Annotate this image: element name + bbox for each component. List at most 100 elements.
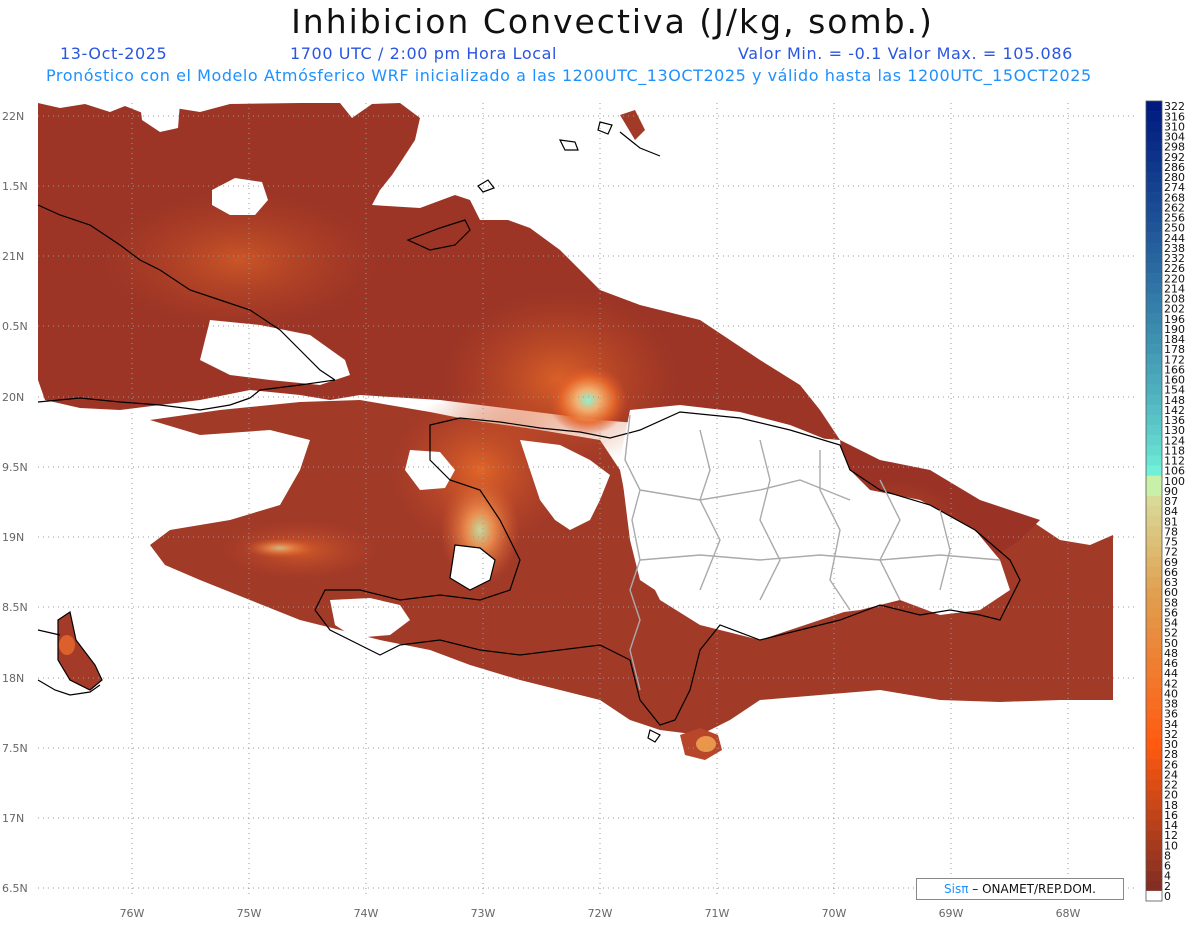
colorbar-swatch (1146, 293, 1162, 304)
lat-label: 20N (2, 391, 24, 404)
lat-label: 21N (2, 250, 24, 263)
colorbar-swatch (1146, 141, 1162, 152)
colorbar-swatch (1146, 526, 1162, 537)
colorbar-swatch (1146, 708, 1162, 720)
credit-text: – ONAMET/REP.DOM. (968, 882, 1096, 896)
colorbar-swatch (1146, 890, 1162, 902)
colorbar-swatch (1146, 273, 1162, 284)
lat-label: 17N (2, 812, 24, 825)
lat-label: 1.5N (2, 180, 28, 193)
lon-label: 68W (1056, 907, 1081, 920)
colorbar-swatch (1146, 556, 1162, 568)
colorbar-swatch (1146, 313, 1162, 325)
colorbar-swatch (1146, 374, 1162, 385)
colorbar-swatch (1146, 455, 1162, 466)
colorbar-swatch (1146, 850, 1162, 861)
lon-label: 72W (588, 907, 613, 920)
colorbar-swatch (1146, 749, 1162, 760)
colorbar-swatch (1146, 738, 1162, 750)
colorbar-swatch (1146, 495, 1162, 507)
lat-label: 6.5N (2, 882, 28, 895)
colorbar-swatch (1146, 425, 1162, 436)
colorbar-swatch (1146, 404, 1162, 416)
colorbar-swatch (1146, 465, 1162, 476)
lat-label: 9.5N (2, 461, 28, 474)
colorbar-swatch (1146, 566, 1162, 578)
colorbar-swatch (1146, 506, 1162, 517)
map-title: Inhibicion Convectiva (J/kg, somb.) (291, 2, 934, 41)
colorbar-swatch (1146, 283, 1162, 294)
colorbar-swatch (1146, 759, 1162, 770)
colorbar-swatch (1146, 212, 1162, 223)
lon-label: 69W (939, 907, 964, 920)
lon-label: 75W (237, 907, 262, 920)
colorbar-swatch (1146, 799, 1162, 811)
colorbar-swatch (1146, 809, 1162, 821)
colorbar-swatch (1146, 131, 1162, 142)
colorbar-swatch (1146, 576, 1162, 588)
colorbar-swatch (1146, 445, 1162, 456)
credit-brand: Sisπ (944, 882, 969, 896)
blank-hispaniola-east (620, 405, 1010, 635)
lat-label: 18N (2, 672, 24, 685)
colorbar-swatch (1146, 718, 1162, 730)
colorbar-swatch (1146, 151, 1162, 163)
colorbar-swatch (1146, 161, 1162, 173)
lat-label: 22N (2, 110, 24, 123)
colorbar-label: 0 (1164, 890, 1171, 903)
colorbar-swatch (1146, 232, 1162, 244)
lat-label: 19N (2, 531, 24, 544)
colorbar-swatch (1146, 779, 1162, 790)
colorbar-swatch (1146, 597, 1162, 608)
colorbar-swatch (1146, 637, 1162, 649)
colorbar-swatch (1146, 698, 1162, 709)
colorbar-swatch (1146, 617, 1162, 628)
lon-axis: 76W 75W 74W 73W 72W 71W 70W 69W 68W (120, 907, 1081, 920)
colorbar-swatch (1146, 840, 1162, 851)
colorbar-swatch (1146, 647, 1162, 659)
colorbar-swatch (1146, 121, 1162, 132)
colorbar-swatch (1146, 657, 1162, 669)
colorbar-swatch (1146, 222, 1162, 233)
colorbar-swatch (1146, 303, 1162, 314)
colorbar-swatch (1146, 728, 1162, 740)
colorbar-swatch (1146, 678, 1162, 689)
colorbar-swatch (1146, 242, 1162, 254)
colorbar-swatch (1146, 435, 1162, 446)
colorbar-swatch (1146, 546, 1162, 557)
colorbar-swatch (1146, 333, 1162, 345)
colorbar-swatch (1146, 111, 1162, 122)
lon-label: 71W (705, 907, 730, 920)
colorbar-swatch (1146, 880, 1162, 892)
colorbar-swatch (1146, 485, 1162, 497)
forecast-time: 1700 UTC / 2:00 pm Hora Local (290, 44, 558, 63)
lon-label: 76W (120, 907, 145, 920)
colorbar-swatch (1146, 627, 1162, 639)
colorbar-swatch (1146, 323, 1162, 335)
colorbar-swatch (1146, 252, 1162, 264)
colorbar-swatch (1146, 354, 1162, 365)
colorbar-swatch (1146, 830, 1162, 841)
colorbar-swatch (1146, 516, 1162, 527)
colorbar-swatch (1146, 769, 1162, 780)
colorbar-swatch (1146, 364, 1162, 375)
model-description: Pronóstico con el Modelo Atmósferico WRF… (46, 66, 1092, 85)
colorbar-swatch (1146, 394, 1162, 406)
lat-label: 8.5N (2, 601, 28, 614)
colorbar-swatch (1146, 192, 1162, 203)
colorbar-swatch (1146, 263, 1162, 274)
colorbar-swatch (1146, 384, 1162, 395)
colorbar-swatch (1146, 607, 1162, 618)
colorbar: 3223163103042982922862802742682622562502… (1145, 100, 1185, 903)
lat-axis: 22N 1.5N 21N 0.5N 20N 9.5N 19N 8.5N 18N … (2, 110, 28, 895)
colorbar-swatch (1146, 688, 1162, 699)
colorbar-swatch (1146, 587, 1162, 598)
lon-label: 73W (471, 907, 496, 920)
colorbar-swatch (1146, 202, 1162, 213)
colorbar-swatch (1146, 860, 1162, 871)
colorbar-swatch (1146, 182, 1162, 193)
colorbar-swatch (1146, 414, 1162, 426)
map-figure: 22N 1.5N 21N 0.5N 20N 9.5N 19N 8.5N 18N … (2, 100, 1185, 920)
colorbar-swatch (1146, 344, 1162, 355)
lon-label: 70W (822, 907, 847, 920)
